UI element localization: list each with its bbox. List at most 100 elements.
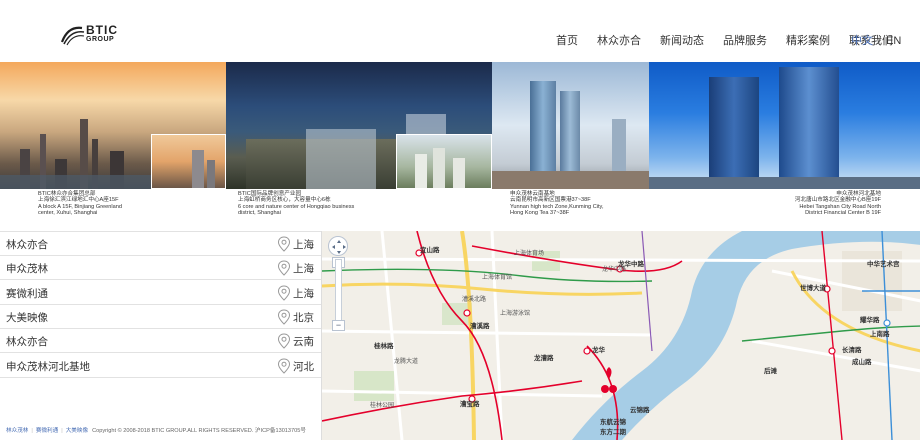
banner-tile-hebei[interactable]: 申众茂林河北基地 河北唐山市路北区金融中心B座19F Hebei Tangshan … bbox=[649, 62, 920, 231]
caption-line: center, Xuhui, Shanghai bbox=[38, 209, 98, 216]
language-switcher: 中文 / EN bbox=[851, 32, 901, 48]
location-row[interactable]: 申众茂林河北基地 河北 bbox=[0, 354, 321, 378]
nav-item-4[interactable]: 精彩案例 bbox=[786, 32, 830, 48]
location-row[interactable]: 林众亦合 上海 bbox=[0, 232, 321, 256]
map-label: 漕溪路 bbox=[470, 323, 490, 330]
map-label: 上海游泳馆 bbox=[500, 311, 531, 317]
caption-line: Hebei Tangshan City Road North bbox=[799, 203, 881, 210]
map-pin-icon bbox=[277, 333, 291, 349]
location-name: 赛微利通 bbox=[6, 287, 48, 300]
project-banner: BTIC林众亦合集团总部 上海徐汇滨江绿地汇中心A座15F A block A 15… bbox=[0, 62, 920, 231]
map-pan-control[interactable] bbox=[328, 236, 348, 256]
hebei-caption: 申众茂林河北基地 河北唐山市路北区金融中心B座19F Hebei Tangshan … bbox=[785, 191, 881, 216]
pan-arrows-icon bbox=[332, 240, 346, 254]
location-city: 上海 bbox=[293, 263, 314, 276]
nav-item-3[interactable]: 品牌服务 bbox=[723, 32, 767, 48]
map-pin-icon bbox=[277, 260, 291, 276]
lang-en-link[interactable]: EN bbox=[886, 35, 901, 47]
map-label: 桂林公园 bbox=[370, 403, 395, 409]
location-name: 林众亦合 bbox=[6, 239, 48, 251]
park-caption: BTIC国际品牌创意产业园 上海虹桥商务区核心，大容量中心6栋 6 core and… bbox=[238, 191, 354, 216]
location-city: 上海 bbox=[293, 287, 314, 300]
site-header: BTIC GROUP 首页 林众亦合 新闻动态 品牌服务 精彩案例 联系我们 中文 / EN bbox=[0, 0, 920, 62]
site-footer: 林众茂林 | 赛微利通 | 大美映像 Copyright © 2008-2018 BTIC… bbox=[6, 426, 327, 440]
location-city: 云南 bbox=[293, 336, 314, 349]
location-list: 林众亦合 上海 申众茂林 上海 赛微利通 上海 大美映像 北京 林众亦合 云南 申众茂林河北基地 河北 bbox=[0, 231, 321, 378]
footer-link[interactable]: 林众茂林 bbox=[6, 428, 28, 434]
park-inset-photo bbox=[396, 134, 492, 189]
park-aerial-photo bbox=[226, 62, 492, 189]
caption-line: 6 core and nature center of Hongqiao bus… bbox=[238, 203, 355, 210]
location-name: 大美映像 bbox=[6, 311, 48, 324]
map-label: 漕宝路 bbox=[460, 401, 480, 408]
map-pin-icon bbox=[277, 285, 291, 301]
hq-skyline-photo bbox=[0, 62, 226, 189]
logo-swirl-icon bbox=[60, 26, 85, 46]
caption-line: Hong Kong Tea 37~38F bbox=[510, 209, 570, 216]
map-label: 上南路 bbox=[870, 331, 890, 338]
yunnan-caption: 申众茂林云南基地 云南昆明市高新区国票港37~38F Yunnan high tec… bbox=[510, 191, 604, 216]
location-name: 申众茂林 bbox=[6, 263, 48, 276]
footer-separator: | bbox=[31, 428, 33, 434]
map-pin-icon bbox=[277, 236, 291, 252]
location-city: 河北 bbox=[293, 360, 314, 373]
map-pin-icon bbox=[277, 357, 291, 374]
banner-tile-hq[interactable]: BTIC林众亦合集团总部 上海徐汇滨江绿地汇中心A座15F A block A 15… bbox=[0, 62, 226, 231]
hq-inset-photo bbox=[151, 134, 226, 189]
lang-zh-link[interactable]: 中文 bbox=[851, 35, 873, 47]
banner-tile-yunnan[interactable]: 申众茂林云南基地 云南昆明市高新区国票港37~38F Yunnan high tec… bbox=[492, 62, 649, 231]
map-label: 桂林路 bbox=[374, 343, 394, 350]
footer-link[interactable]: 赛微利通 bbox=[36, 428, 58, 434]
location-name: 林众亦合 bbox=[6, 336, 48, 349]
map-label: 龙华 bbox=[592, 347, 605, 354]
caption-line: District Financial Center B 19F bbox=[805, 209, 881, 216]
banner-tile-park[interactable]: BTIC国际品牌创意产业园 上海虹桥商务区核心，大容量中心6栋 6 core and… bbox=[226, 62, 492, 231]
map-label: 世博大道 bbox=[800, 285, 826, 292]
footer-link[interactable]: 大美映像 bbox=[66, 428, 88, 434]
lang-separator: / bbox=[878, 35, 882, 47]
logo-subtext: GROUP bbox=[86, 36, 115, 43]
caption-line: 云南昆明市高新区国票港37~38F bbox=[510, 197, 591, 204]
btic-logo[interactable]: BTIC GROUP bbox=[60, 22, 124, 48]
location-name: 申众茂林河北基地 bbox=[6, 360, 90, 373]
map-label: 龙腾大道 bbox=[394, 359, 419, 365]
copyright-text: Copyright © 2008-2018 BTIC GROUP.ALL RIG… bbox=[92, 428, 306, 434]
map-pin-icon bbox=[277, 309, 291, 325]
map-label: 宜山路 bbox=[420, 247, 440, 254]
location-row[interactable]: 申众茂林 上海 bbox=[0, 256, 321, 281]
map-label: 上海体育场 bbox=[514, 251, 545, 257]
map-label: 东方二期 bbox=[600, 429, 626, 436]
map-label: 耀华路 bbox=[860, 317, 880, 324]
location-map[interactable]: 宜山路上海体育场龙华中路上海体育馆漕溪北路上海游泳馆漕溪路龙华龙漕路桂林公园 漕宝… bbox=[321, 231, 920, 440]
map-label: 东航云锦 bbox=[600, 419, 626, 426]
nav-item-1[interactable]: 林众亦合 bbox=[597, 32, 641, 48]
caption-line: A block A 15F, Binjiang Greenland bbox=[38, 203, 122, 210]
location-row[interactable]: 赛微利通 上海 bbox=[0, 281, 321, 305]
nav-item-2[interactable]: 新闻动态 bbox=[660, 32, 704, 48]
map-label: 漕溪北路 bbox=[462, 297, 487, 303]
caption-line: 河北唐山市路北区金融中心B座19F bbox=[794, 197, 881, 204]
caption-line: district, Shanghai bbox=[238, 209, 281, 216]
caption-line: Yunnan high tech Zone,Kunming City, bbox=[510, 203, 604, 210]
location-row[interactable]: 大美映像 北京 bbox=[0, 305, 321, 329]
map-label: 云锦路 bbox=[630, 407, 650, 414]
map-label: 上海体育馆 bbox=[482, 275, 513, 281]
yunnan-tower-photo bbox=[492, 62, 649, 189]
hq-caption: BTIC林众亦合集团总部 上海徐汇滨江绿地汇中心A座15F A block A 15… bbox=[38, 191, 122, 216]
map-label: 长清路 bbox=[842, 347, 862, 354]
map-label: 龙华中路 bbox=[602, 267, 627, 273]
location-city: 北京 bbox=[293, 311, 314, 324]
nav-item-0[interactable]: 首页 bbox=[556, 32, 578, 48]
map-label: 龙漕路 bbox=[534, 355, 554, 362]
map-label: 成山路 bbox=[852, 359, 872, 366]
map-label: 后滩 bbox=[764, 368, 777, 375]
location-row[interactable]: 林众亦合 云南 bbox=[0, 329, 321, 354]
hebei-tower-photo bbox=[649, 62, 920, 189]
location-city: 上海 bbox=[293, 239, 314, 251]
zoom-out-button[interactable]: − bbox=[332, 320, 345, 331]
caption-line: 上海徐汇滨江绿地汇中心A座15F bbox=[38, 197, 119, 204]
footer-separator: | bbox=[61, 428, 63, 434]
zoom-slider-track[interactable] bbox=[335, 259, 342, 321]
logo-wordmark: BTIC GROUP bbox=[86, 24, 118, 44]
map-label: 中华艺术宫 bbox=[867, 261, 900, 268]
